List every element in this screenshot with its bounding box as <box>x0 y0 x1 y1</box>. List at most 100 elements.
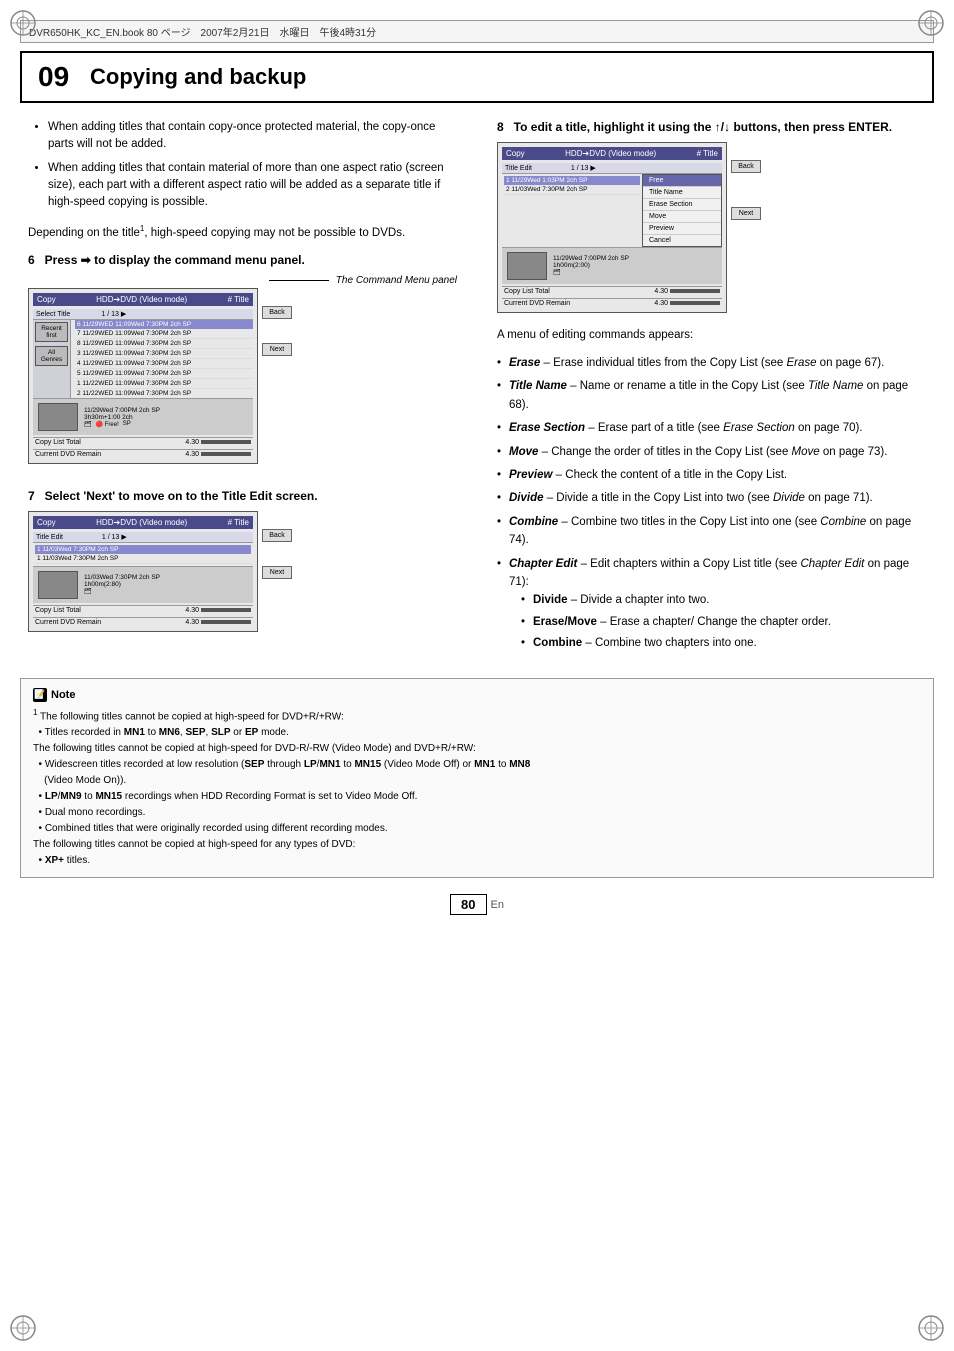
step6-item-8: 2 11/22WED 11:09Wed 7:30PM 2ch SP <box>75 389 253 398</box>
cmd-erase: Erase – Erase individual titles from the… <box>497 354 926 372</box>
left-column: When adding titles that contain copy-onc… <box>28 119 465 658</box>
step6-footer: Copy List Total 4.30 <box>33 437 253 447</box>
step6-item-3: 8 11/29WED 11:09Wed 7:30PM 2ch SP <box>75 339 253 349</box>
cmd-divide: Divide – Divide a title in the Copy List… <box>497 489 926 507</box>
step6-item-7: 1 11/22WED 11:09Wed 7:30PM 2ch SP <box>75 379 253 389</box>
cmd-move: Move – Change the order of titles in the… <box>497 443 926 461</box>
step-7-panel-wrapper: Copy HDD➔DVD (Video mode) # Title Title … <box>28 511 258 632</box>
cmd-preview: Preview – Check the content of a title i… <box>497 466 926 484</box>
step6-item-2: 7 11/29WED 11:09Wed 7:30PM 2ch SP <box>75 329 253 339</box>
top-bar: DVR650HK_KC_EN.book 80 ページ 2007年2月21日 水曜… <box>20 20 934 43</box>
step7-title-bar: Copy HDD➔DVD (Video mode) # Title <box>33 516 253 529</box>
step6-title-bar: Copy HDD➔DVD (Video mode) # Title <box>33 293 253 306</box>
editing-commands-list: Erase – Erase individual titles from the… <box>497 354 926 652</box>
step7-thumbnail-row: 11/03Wed 7:30PM 2ch SP 1h00m(2:80) 🗂 <box>33 566 253 603</box>
step7-next-btn[interactable]: Next <box>262 566 292 579</box>
step8-subtitle: Title Edit 1 / 13 ▶ <box>502 163 722 174</box>
right-column: 8 To edit a title, highlight it using th… <box>489 119 926 658</box>
cmd-erase-section: Erase Section – Erase part of a title (s… <box>497 419 926 437</box>
page-number-area: 80 En <box>20 894 934 915</box>
page-lang: En <box>491 899 504 911</box>
step7-side-buttons: Back Next <box>262 529 292 579</box>
page-container: DVR650HK_KC_EN.book 80 ページ 2007年2月21日 水曜… <box>0 0 954 1351</box>
step-8-panel-wrapper: Copy HDD➔DVD (Video mode) # Title Title … <box>497 142 727 313</box>
step6-next-btn[interactable]: Next <box>262 343 292 356</box>
cmd-title-name: Title Name – Name or rename a title in t… <box>497 377 926 414</box>
cmd-chapter-edit: Chapter Edit – Edit chapters within a Co… <box>497 555 926 653</box>
note-title: 📝 Note <box>33 687 921 704</box>
step8-title-bar: Copy HDD➔DVD (Video mode) # Title <box>502 147 722 160</box>
step-7-screen-panel: Copy HDD➔DVD (Video mode) # Title Title … <box>28 511 258 632</box>
ctx-title-name[interactable]: Title Name <box>643 187 721 199</box>
chapter-number: 09 <box>38 61 74 93</box>
ch-divide: Divide – Divide a chapter into two. <box>509 591 926 609</box>
para-highspeed: Depending on the title1, high-speed copy… <box>28 223 457 242</box>
bullet-item-2: When adding titles that contain material… <box>48 160 457 212</box>
step7-item-2: 1 11/03Wed 7:30PM 2ch SP <box>35 554 251 564</box>
step8-thumbnail-row: 11/29Wed 7:00PM 2ch SP 1h00m(2:00) 🗂 <box>502 247 722 284</box>
corner-tl-decoration <box>8 8 38 38</box>
step7-subtitle: Title Edit 1 / 13 ▶ <box>33 532 253 543</box>
ctx-preview[interactable]: Preview <box>643 223 721 235</box>
step6-footer2: Current DVD Remain 4.30 <box>33 449 253 459</box>
step-8-screen-panel: Copy HDD➔DVD (Video mode) # Title Title … <box>497 142 727 313</box>
step6-subtitle: Select Title 1 / 13 ▶ <box>33 309 253 320</box>
step8-footer2: Current DVD Remain 4.30 <box>502 298 722 308</box>
step8-main-area: 1 11/29Wed 1:03PM 2ch SP 2 11/03Wed 7:30… <box>502 174 722 247</box>
step6-thumb-info: 11/29Wed 7:00PM 2ch SP 3h30m+1:00 2ch 🗂 … <box>84 407 160 428</box>
step7-item-1: 1 11/03Wed 7:30PM 2ch SP <box>35 545 251 554</box>
chapter-header: 09 Copying and backup <box>20 51 934 103</box>
step8-item-2: 2 11/03Wed 7:30PM 2ch SP <box>504 185 640 195</box>
page-number-box: 80 <box>450 894 486 915</box>
intro-bullets: When adding titles that contain copy-onc… <box>28 119 457 211</box>
step6-thumbnail <box>38 403 78 431</box>
step-6-section: 6 Press ➡ to display the command menu pa… <box>28 252 457 472</box>
step8-thumbnail <box>507 252 547 280</box>
step-6-panel-wrapper: Copy HDD➔DVD (Video mode) # Title Select… <box>28 288 258 464</box>
step6-main-area: Recent first All Genres 6 11/29WED 11:09… <box>33 320 253 398</box>
note-icon: 📝 <box>33 688 47 702</box>
page-number: 80 <box>461 897 475 912</box>
corner-br-decoration <box>916 1313 946 1343</box>
step6-item-6: 5 11/29WED 11:09Wed 7:30PM 2ch SP <box>75 369 253 379</box>
step6-back-btn[interactable]: Back <box>262 306 292 319</box>
sidebar-recent: Recent first <box>35 322 68 342</box>
step8-back-btn[interactable]: Back <box>731 160 761 173</box>
step7-footer2: Current DVD Remain 4.30 <box>33 617 253 627</box>
step8-side-buttons: Back Next <box>731 160 761 220</box>
step7-back-btn[interactable]: Back <box>262 529 292 542</box>
main-content: When adding titles that contain copy-onc… <box>20 119 934 658</box>
corner-tr-decoration <box>916 8 946 38</box>
step7-thumbnail <box>38 571 78 599</box>
step6-item-1: 6 11/29WED 11:09Wed 7:30PM 2ch SP <box>75 320 253 329</box>
step7-list: 1 11/03Wed 7:30PM 2ch SP 1 11/03Wed 7:30… <box>33 543 253 566</box>
step6-thumbnail-row: 11/29Wed 7:00PM 2ch SP 3h30m+1:00 2ch 🗂 … <box>33 398 253 435</box>
ctx-cancel[interactable]: Cancel <box>643 235 721 246</box>
step-8-heading: 8 To edit a title, highlight it using th… <box>497 119 926 136</box>
step8-next-btn[interactable]: Next <box>731 207 761 220</box>
step-7-section: 7 Select 'Next' to move on to the Title … <box>28 488 457 640</box>
top-bar-text: DVR650HK_KC_EN.book 80 ページ 2007年2月21日 水曜… <box>29 28 376 39</box>
step8-context-menu: Free Title Name Erase Section Move Previ… <box>642 174 722 247</box>
note-content: 1 The following titles cannot be copied … <box>33 707 921 869</box>
ctx-move[interactable]: Move <box>643 211 721 223</box>
command-menu-panel-label: The Command Menu panel <box>28 275 457 286</box>
step-7-heading: 7 Select 'Next' to move on to the Title … <box>28 488 457 505</box>
step6-list: 6 11/29WED 11:09Wed 7:30PM 2ch SP 7 11/2… <box>75 320 253 398</box>
step7-thumb-info: 11/03Wed 7:30PM 2ch SP 1h00m(2:80) 🗂 <box>84 574 160 595</box>
menu-appears-text: A menu of editing commands appears: <box>497 327 926 344</box>
ctx-erase-section[interactable]: Erase Section <box>643 199 721 211</box>
bullet-item-1: When adding titles that contain copy-onc… <box>48 119 457 154</box>
cmd-combine: Combine – Combine two titles in the Copy… <box>497 513 926 550</box>
ctx-free[interactable]: Free <box>643 175 721 187</box>
step6-sidebar: Recent first All Genres <box>33 320 71 398</box>
chapter-title: Copying and backup <box>90 64 306 90</box>
step-6-screen-panel: Copy HDD➔DVD (Video mode) # Title Select… <box>28 288 258 464</box>
step6-item-5: 4 11/29WED 11:09Wed 7:30PM 2ch SP <box>75 359 253 369</box>
step6-side-buttons: Back Next <box>262 306 292 356</box>
ch-combine: Combine – Combine two chapters into one. <box>509 634 926 652</box>
step8-item-1: 1 11/29Wed 1:03PM 2ch SP <box>504 176 640 185</box>
sidebar-genres: All Genres <box>35 346 68 366</box>
step8-footer: Copy List Total 4.30 <box>502 286 722 296</box>
step7-footer: Copy List Total 4.30 <box>33 605 253 615</box>
